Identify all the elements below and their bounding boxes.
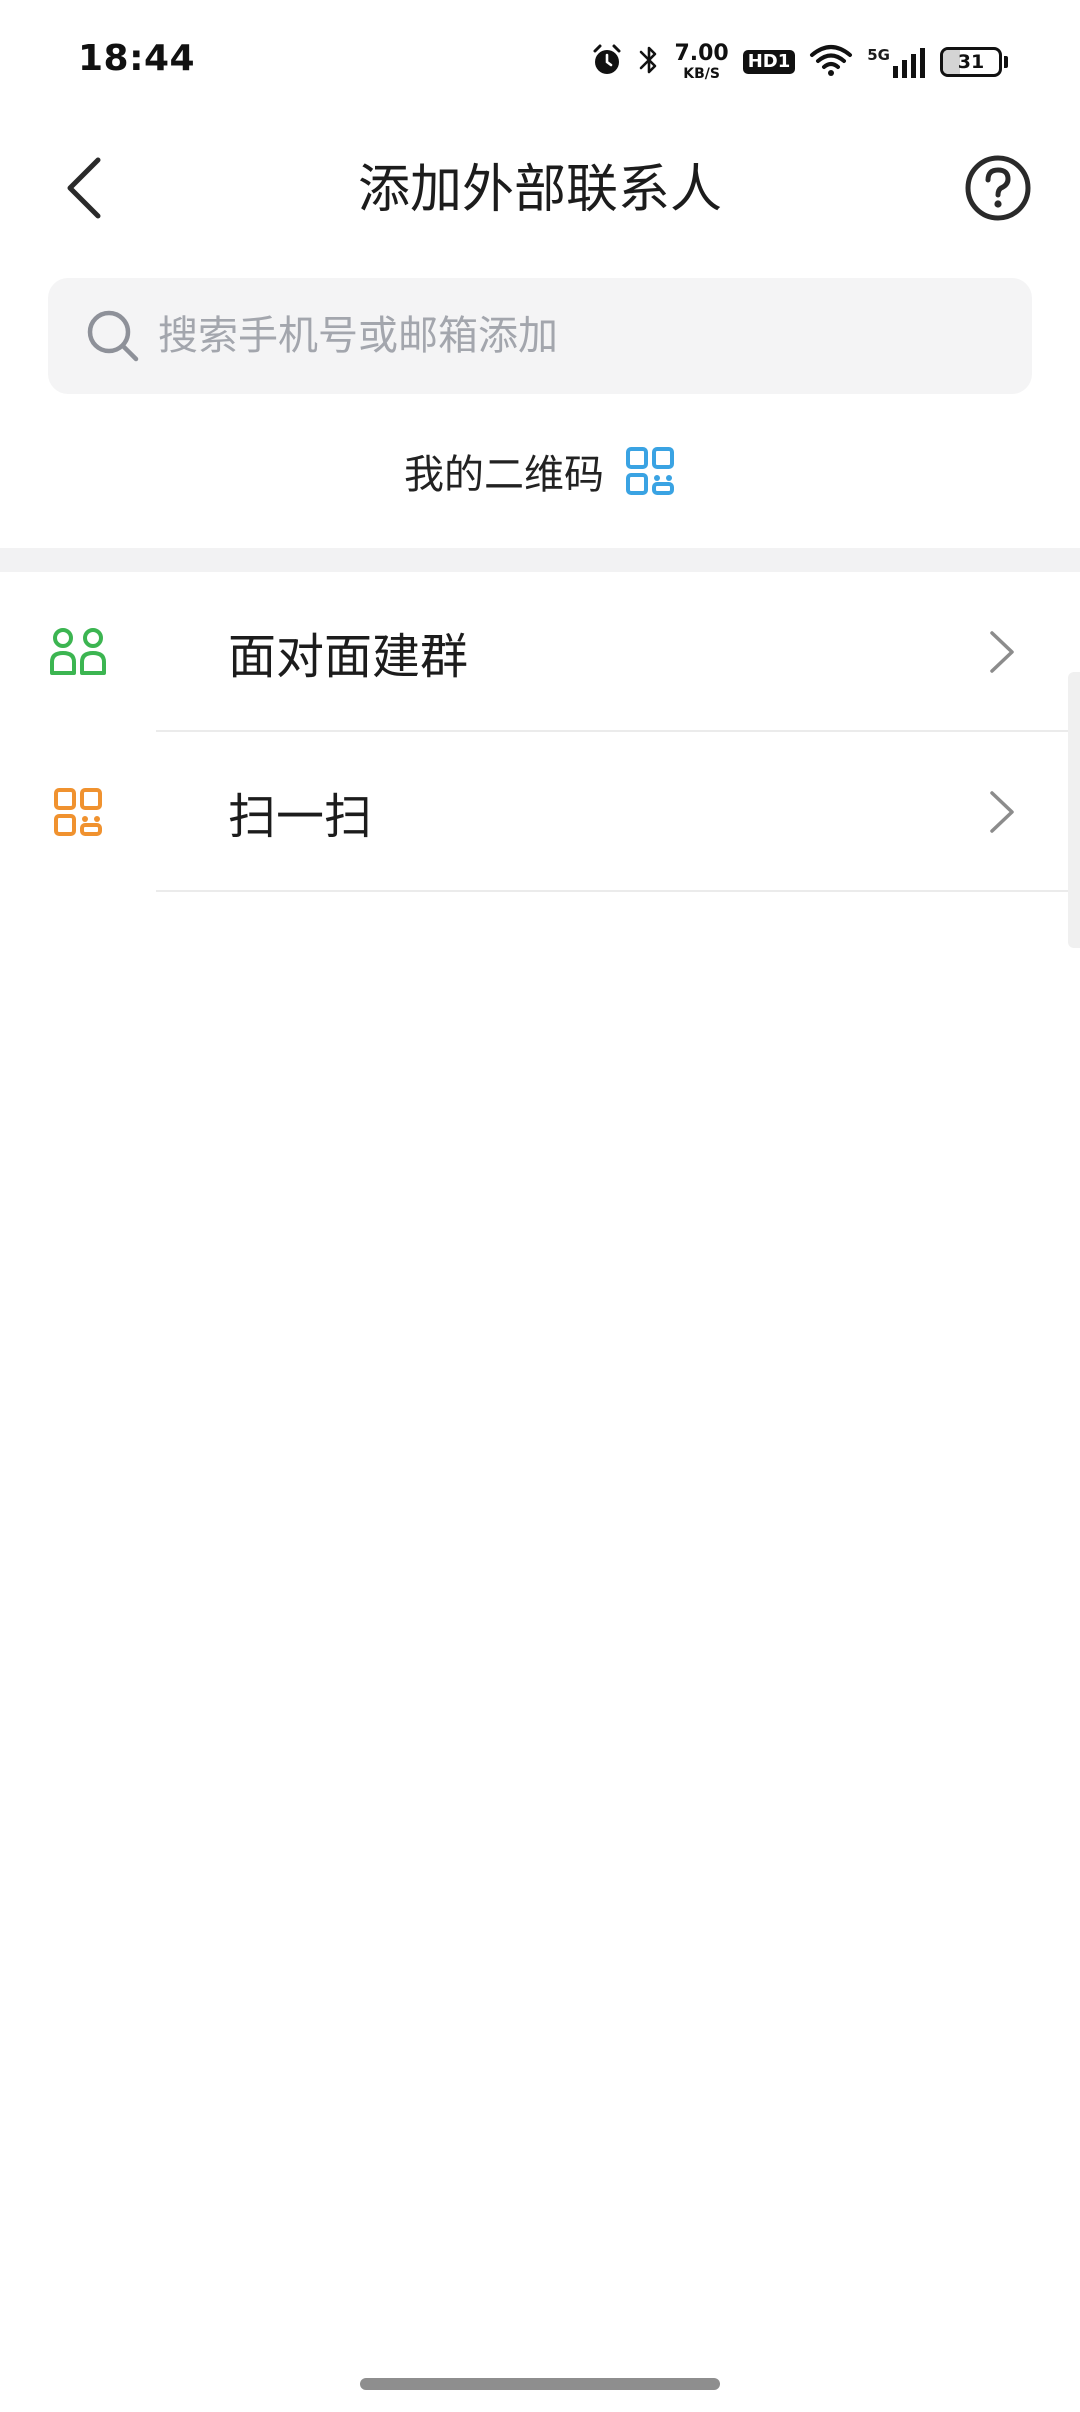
search-box[interactable] (48, 278, 1032, 394)
chevron-right-icon (982, 628, 1022, 676)
header: 添加外部联系人 (0, 124, 1080, 256)
screen: 18:44 7.00 KB/S HD1 5G 31 添加外部联系人 搜索手机号或… (0, 0, 1080, 2412)
net-speed-value: 7.00 (674, 41, 729, 66)
menu-item-scan[interactable]: 扫一扫 (0, 732, 1080, 892)
row-divider (156, 890, 1080, 892)
page-title: 添加外部联系人 (357, 160, 722, 220)
alarm-icon (590, 43, 624, 81)
home-indicator[interactable] (360, 2378, 720, 2390)
battery-icon: 31 (940, 47, 1002, 77)
battery-level: 31 (957, 51, 985, 73)
status-bar: 18:44 7.00 KB/S HD1 5G 31 (0, 0, 1080, 124)
hd-badge: HD1 (742, 50, 796, 74)
my-qr-code-link[interactable]: 我的二维码 (0, 436, 1080, 506)
bluetooth-icon (638, 42, 660, 82)
search-input[interactable] (156, 295, 1032, 377)
menu-item-face-to-face-group[interactable]: 面对面建群 (0, 572, 1080, 732)
status-icons: 7.00 KB/S HD1 5G 31 (576, 38, 1008, 86)
network-label: 5G (867, 46, 890, 64)
battery-tip (1004, 56, 1008, 68)
status-time: 18:44 (78, 38, 196, 79)
scroll-indicator[interactable] (1068, 672, 1080, 948)
menu-item-label: 扫一扫 (228, 789, 373, 845)
group-icon (48, 622, 108, 682)
qr-code-icon (624, 445, 676, 497)
wifi-icon (809, 43, 853, 81)
section-divider (0, 548, 1080, 572)
net-speed: 7.00 KB/S (674, 41, 729, 82)
net-speed-unit: KB/S (683, 66, 720, 82)
menu-list: 面对面建群 扫一扫 (0, 572, 1080, 892)
menu-item-label: 面对面建群 (228, 629, 469, 685)
search-icon (84, 307, 142, 365)
my-qr-code-label: 我的二维码 (404, 452, 604, 498)
help-button[interactable] (960, 152, 1036, 228)
scan-icon (48, 782, 108, 842)
signal-icon: 5G (867, 46, 926, 78)
question-circle-icon (964, 154, 1032, 226)
chevron-right-icon (982, 788, 1022, 836)
